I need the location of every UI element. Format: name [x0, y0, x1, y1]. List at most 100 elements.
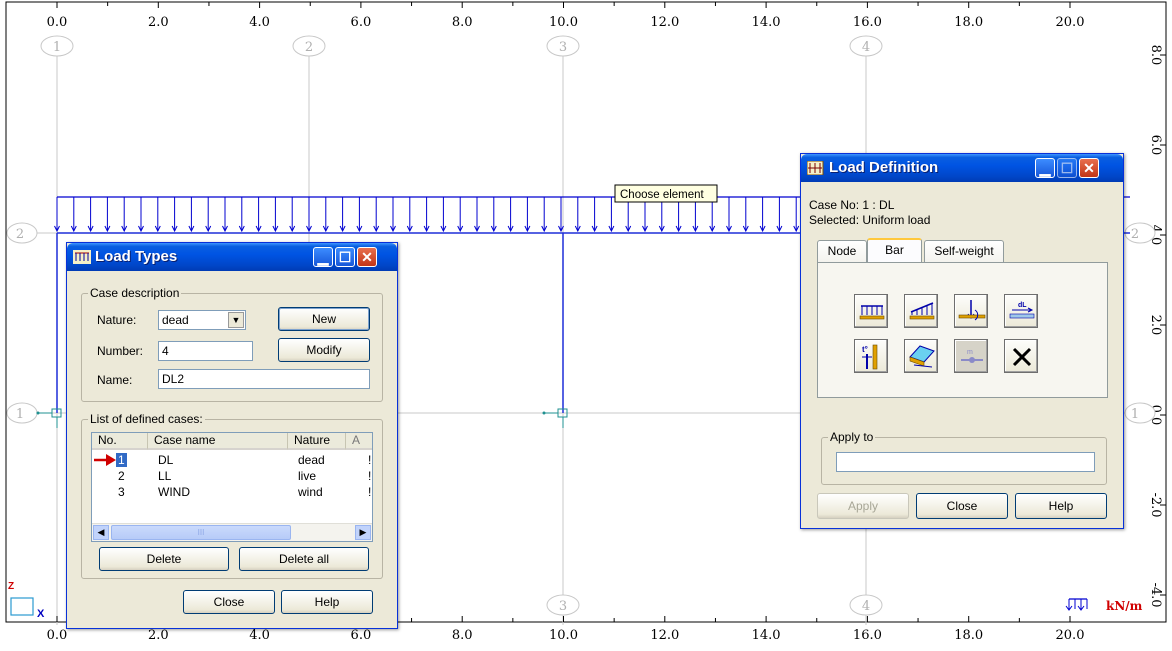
load-definition-titlebar[interactable]: Load Definition ▁ ☐ ✕ [801, 154, 1123, 182]
delete-button[interactable]: Delete [99, 547, 229, 571]
case-nature: dead [298, 453, 325, 467]
maximize-button[interactable]: ☐ [335, 247, 355, 267]
load-types-dialog[interactable]: Load Types ▁ ☐ ✕ Case description Nature… [66, 242, 398, 629]
minimize-icon: ▁ [1039, 160, 1051, 176]
svg-text:2: 2 [16, 227, 24, 242]
x-tick-label-top: 8.0 [452, 15, 473, 30]
case-nature: wind [298, 485, 323, 499]
tab-bar[interactable]: Bar [867, 238, 922, 263]
grid-bubble-1-left[interactable]: 1 [6, 402, 38, 424]
tab-node[interactable]: Node [817, 240, 867, 262]
current-case-arrow-icon [94, 454, 116, 466]
load-types-app-icon [73, 250, 91, 264]
surface-load-button[interactable] [904, 339, 938, 373]
delete-load-button[interactable] [1004, 339, 1038, 373]
dilatation-load-button[interactable]: dL [1004, 294, 1038, 328]
moving-load-button[interactable]: m [954, 339, 988, 373]
svg-text:kN/m: kN/m [1106, 599, 1143, 613]
x-tick-label-bottom: 16.0 [853, 628, 882, 643]
svg-text:4: 4 [862, 40, 870, 55]
x-tick-label-top: 14.0 [752, 15, 781, 30]
load-definition-dialog[interactable]: Load Definition ▁ ☐ ✕ Case No: 1 : DL Se… [800, 153, 1124, 529]
close-window-button[interactable]: ✕ [1079, 158, 1099, 178]
col-no-header[interactable]: No. [92, 433, 148, 450]
svg-text:2: 2 [1131, 227, 1139, 242]
scroll-right-button[interactable]: ▶ [355, 525, 371, 540]
concentrated-force-button[interactable] [954, 294, 988, 328]
uniform-load-icon [859, 305, 885, 320]
x-tick-label-top: 10.0 [549, 15, 578, 30]
grid-bubble-3-top[interactable]: 3 [546, 35, 580, 57]
nature-select[interactable]: dead ▼ [158, 310, 246, 330]
case-description-legend: Case description [88, 286, 182, 300]
help-button[interactable]: Help [1015, 493, 1107, 519]
dropdown-button[interactable]: ▼ [228, 312, 244, 328]
delete-all-button[interactable]: Delete all [239, 547, 369, 571]
trapezoidal-load-button[interactable] [904, 294, 938, 328]
svg-text:3: 3 [559, 599, 567, 614]
choose-element-tooltip: Choose element [614, 184, 718, 203]
x-tick-label-bottom: 8.0 [452, 628, 473, 643]
list-item[interactable]: 2 LL live ! [92, 468, 372, 484]
grid-bubble-3-bottom[interactable]: 3 [546, 594, 580, 616]
svg-text:Choose element: Choose element [620, 189, 705, 201]
grid-bubble-4-top[interactable]: 4 [849, 35, 883, 57]
scroll-thumb[interactable]: III [111, 525, 291, 540]
maximize-button[interactable]: ☐ [1057, 158, 1077, 178]
minimize-button[interactable]: ▁ [313, 247, 333, 267]
x-tick-label-top: 4.0 [249, 15, 270, 30]
grid-bubble-4-bottom[interactable]: 4 [849, 594, 883, 616]
col-extra-header[interactable]: A [346, 433, 372, 450]
x-tick-label-bottom: 12.0 [650, 628, 679, 643]
tab-self-weight[interactable]: Self-weight [924, 240, 1004, 262]
uniform-load-button[interactable] [854, 294, 888, 328]
scroll-left-button[interactable]: ◀ [93, 525, 109, 540]
x-tick-label-bottom: 20.0 [1056, 628, 1085, 643]
svg-text:2: 2 [305, 40, 313, 55]
moving-load-icon: m [961, 349, 983, 363]
maximize-icon: ☐ [338, 249, 352, 265]
case-extra: ! [368, 453, 372, 467]
x-tick-label-top: 6.0 [351, 15, 372, 30]
grid-bubble-2-left[interactable]: 2 [6, 222, 38, 244]
horizontal-scrollbar[interactable]: ◀ III ▶ [92, 523, 372, 541]
col-nature-header[interactable]: Nature [288, 433, 346, 450]
col-case-name-header[interactable]: Case name [148, 433, 288, 450]
case-name: DL [158, 453, 174, 467]
help-button[interactable]: Help [281, 590, 373, 614]
load-definition-title: Load Definition [829, 159, 939, 176]
thermal-load-button[interactable]: t° [854, 339, 888, 373]
modify-button[interactable]: Modify [278, 338, 370, 362]
list-item[interactable]: 1 DL dead ! [92, 452, 372, 468]
number-input[interactable]: 4 [158, 341, 253, 361]
grid-bubble-1-top[interactable]: 1 [40, 35, 74, 57]
apply-to-input[interactable] [836, 452, 1095, 472]
close-window-button[interactable]: ✕ [357, 247, 377, 267]
apply-button[interactable]: Apply [817, 493, 909, 519]
number-label: Number: [97, 344, 144, 358]
case-name: WIND [158, 485, 190, 499]
load-types-titlebar[interactable]: Load Types ▁ ☐ ✕ [67, 243, 397, 271]
case-extra: ! [368, 485, 372, 499]
svg-text:m: m [967, 349, 973, 356]
concentrated-force-icon [958, 300, 986, 321]
list-item[interactable]: 3 WIND wind ! [92, 484, 372, 500]
close-button[interactable]: Close [916, 493, 1008, 519]
grid-bubble-2-top[interactable]: 2 [292, 35, 326, 57]
x-tick-label-top: 20.0 [1056, 15, 1085, 30]
svg-text:1: 1 [53, 40, 61, 55]
close-button[interactable]: Close [183, 590, 275, 614]
case-no: 1 [116, 453, 127, 467]
minimize-button[interactable]: ▁ [1035, 158, 1055, 178]
new-button[interactable]: New [278, 307, 370, 331]
cases-list[interactable]: No. Case name Nature A 1 DL dead ! 2 LL … [91, 432, 373, 542]
selected-info: Selected: Uniform load [809, 213, 931, 227]
x-tick-label-top: 2.0 [148, 15, 169, 30]
close-icon: ✕ [1083, 160, 1095, 176]
scroll-grip: III [197, 528, 205, 537]
x-tick-label-bottom: 18.0 [954, 628, 983, 643]
x-tick-label-bottom: 2.0 [148, 628, 169, 643]
name-input[interactable]: DL2 [158, 369, 370, 389]
grid-bubble-1-right[interactable]: 1 [1124, 402, 1156, 424]
x-tick-label-top: 18.0 [954, 15, 983, 30]
